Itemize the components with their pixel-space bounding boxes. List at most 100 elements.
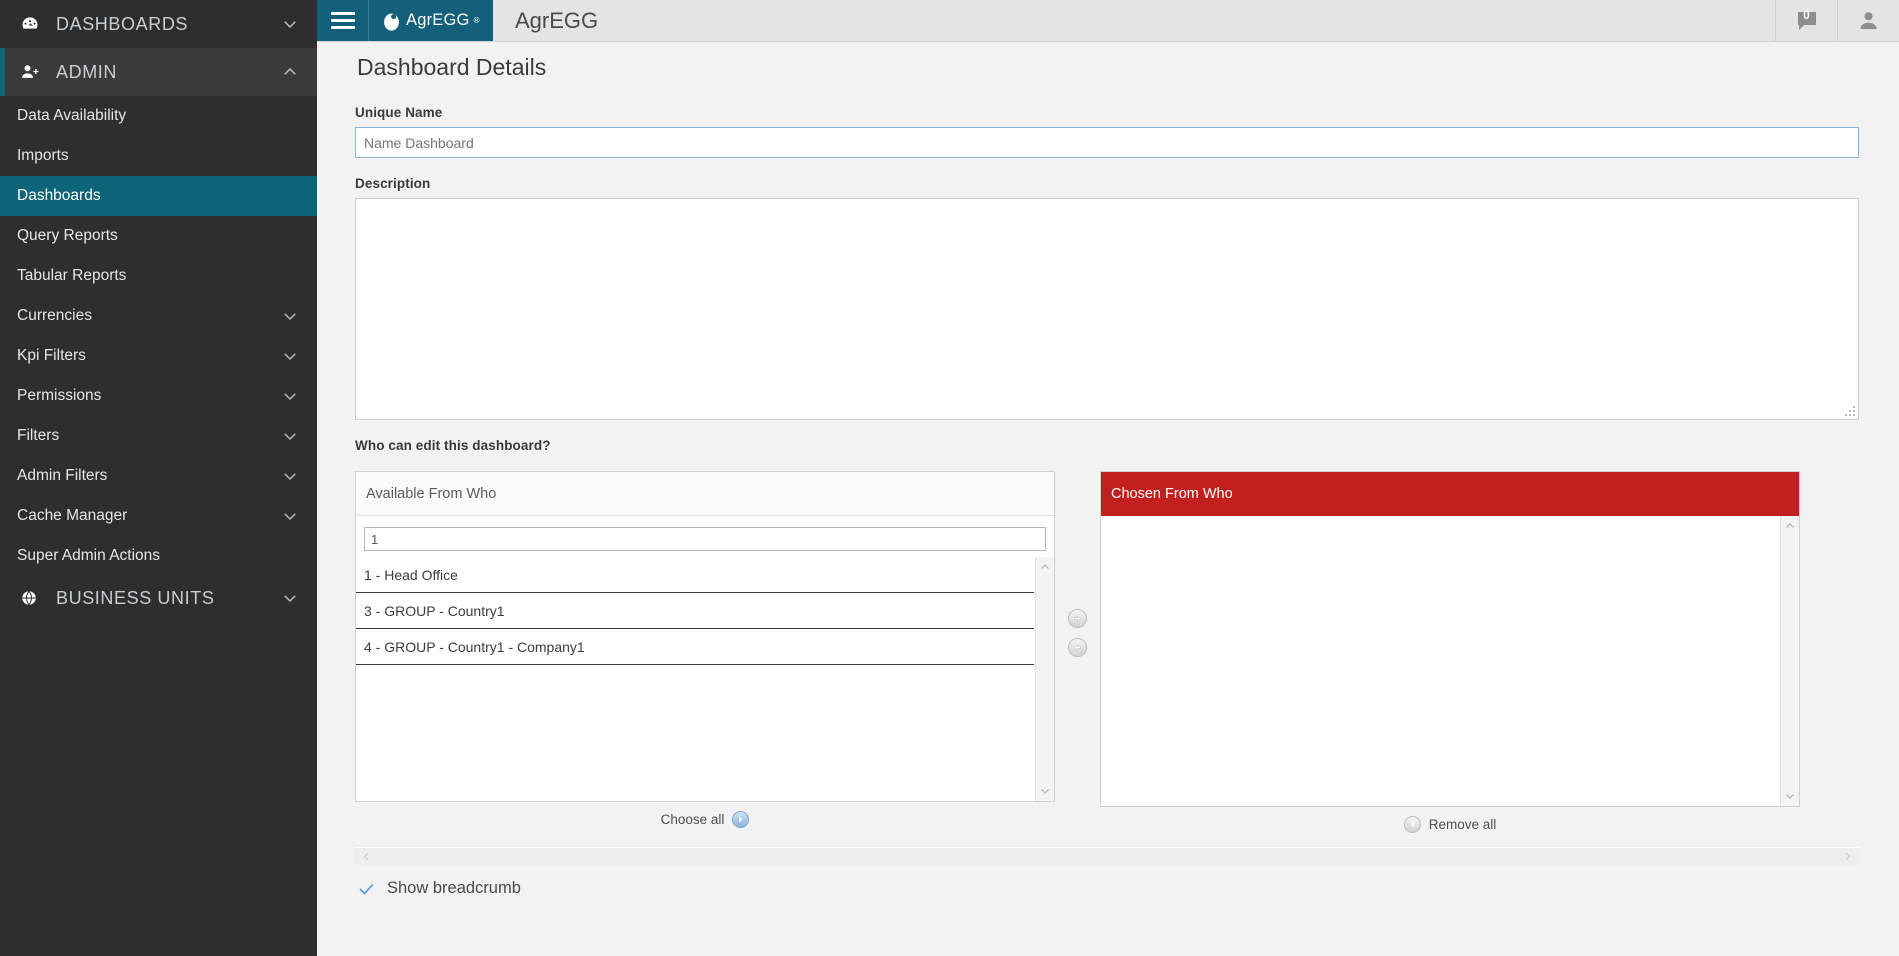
chevron-down-icon — [284, 513, 296, 521]
chevron-down-icon[interactable] — [1039, 785, 1051, 797]
sidebar-item-label: Admin Filters — [17, 467, 108, 484]
move-left-button[interactable] — [1068, 638, 1087, 657]
sidebar-item-label: Super Admin Actions — [17, 547, 161, 564]
choose-all-label: Choose all — [660, 811, 725, 827]
chevron-right-icon[interactable] — [1842, 851, 1853, 862]
edit-permission-question: Who can edit this dashboard? — [355, 438, 551, 453]
dual-list-selector: Available From Who 1 - Head Office 3 - G… — [355, 471, 1859, 841]
sidebar-item-label: Permissions — [17, 387, 102, 404]
arrow-left-circle-icon — [1073, 644, 1081, 651]
show-breadcrumb-checkbox[interactable]: Show breadcrumb — [355, 879, 1859, 898]
chevron-down-icon[interactable] — [1784, 790, 1796, 802]
sidebar-item-kpi-filters[interactable]: Kpi Filters — [0, 336, 317, 376]
chevron-down-icon — [284, 595, 296, 603]
arrow-right-circle-icon — [1074, 615, 1082, 622]
chevron-down-icon — [284, 313, 296, 321]
sidebar-item-label: Query Reports — [17, 227, 118, 244]
available-list-scrollarea: 1 - Head Office 3 - GROUP - Country1 4 -… — [356, 557, 1054, 801]
chosen-panel-header: Chosen From Who — [1101, 472, 1799, 516]
sidebar-group-label: ADMIN — [56, 61, 117, 82]
hamburger-icon[interactable] — [317, 0, 369, 41]
egg-logo-icon — [381, 10, 402, 31]
list-item[interactable]: 1 - Head Office — [356, 557, 1034, 593]
sidebar-group-admin[interactable]: ADMIN — [0, 48, 317, 96]
horizontal-scrollbar[interactable] — [355, 847, 1859, 865]
sidebar-item-label: Kpi Filters — [17, 347, 86, 364]
transfer-buttons — [1055, 471, 1100, 657]
app-root: DASHBOARDS ADMIN Data Availability Impor… — [0, 0, 1899, 956]
resize-grip-icon[interactable] — [1843, 404, 1855, 416]
remove-all-label: Remove all — [1428, 816, 1497, 832]
list-item[interactable]: 3 - GROUP - Country1 — [356, 593, 1034, 629]
sidebar-group-label: BUSINESS UNITS — [56, 587, 215, 608]
available-panel-header: Available From Who — [356, 472, 1054, 516]
move-right-button[interactable] — [1068, 609, 1087, 628]
chevron-left-icon[interactable] — [361, 851, 372, 862]
chevron-down-icon — [284, 473, 296, 481]
sidebar-item-super-admin-actions[interactable]: Super Admin Actions — [0, 536, 317, 576]
chosen-list-scrollbar[interactable] — [1780, 516, 1799, 806]
notifications-button[interactable]: 0 — [1775, 0, 1837, 41]
check-icon — [359, 883, 374, 895]
unique-name-input-wrap — [355, 127, 1859, 158]
sidebar-item-query-reports[interactable]: Query Reports — [0, 216, 317, 256]
sidebar-item-label: Currencies — [17, 307, 92, 324]
brand-logo[interactable]: AgrEGG ® — [369, 0, 493, 41]
user-add-icon — [20, 62, 46, 82]
available-list-scrollbar[interactable] — [1035, 557, 1054, 801]
sidebar-item-label: Dashboards — [17, 187, 101, 204]
sidebar-group-business-units[interactable]: BUSINESS UNITS — [0, 576, 317, 620]
chosen-panel: Chosen From Who Remove all — [1100, 471, 1800, 841]
notification-count: 0 — [1803, 8, 1810, 22]
choose-all-button[interactable]: Choose all — [355, 802, 1055, 836]
page-content: Dashboard Details Unique Name Descriptio… — [317, 42, 1899, 956]
gauge-icon — [20, 14, 46, 34]
sidebar-item-label: Cache Manager — [17, 507, 128, 524]
description-textarea[interactable] — [355, 198, 1859, 420]
sidebar-item-dashboards[interactable]: Dashboards — [0, 176, 317, 216]
sidebar-item-tabular-reports[interactable]: Tabular Reports — [0, 256, 317, 296]
available-list-body: 1 - Head Office 3 - GROUP - Country1 4 -… — [356, 557, 1054, 801]
chevron-down-icon — [284, 353, 296, 361]
unique-name-label: Unique Name — [355, 105, 443, 120]
unique-name-input[interactable] — [355, 127, 1859, 158]
chevron-down-icon — [284, 433, 296, 441]
user-avatar-icon — [1860, 12, 1877, 30]
chosen-list-scrollarea — [1101, 516, 1799, 806]
arrow-left-circle-icon — [1403, 815, 1421, 833]
arrow-right-circle-icon — [732, 810, 750, 828]
sidebar-item-filters[interactable]: Filters — [0, 416, 317, 456]
top-bar-right: 0 — [1775, 0, 1899, 41]
sidebar-item-label: Imports — [17, 147, 69, 164]
sidebar-item-cache-manager[interactable]: Cache Manager — [0, 496, 317, 536]
available-filter-input[interactable] — [364, 527, 1046, 551]
chevron-up-icon — [284, 67, 296, 75]
list-item[interactable]: 4 - GROUP - Country1 - Company1 — [356, 629, 1034, 665]
sidebar-item-label: Data Availability — [17, 107, 127, 124]
description-label: Description — [355, 176, 431, 191]
app-title: AgrEGG — [515, 7, 599, 33]
sidebar-item-imports[interactable]: Imports — [0, 136, 317, 176]
chosen-listbox: Chosen From Who — [1100, 471, 1800, 807]
available-listbox: Available From Who 1 - Head Office 3 - G… — [355, 471, 1055, 802]
sidebar-item-permissions[interactable]: Permissions — [0, 376, 317, 416]
chosen-list-body — [1101, 516, 1799, 806]
sidebar-item-label: Tabular Reports — [17, 267, 127, 284]
globe-icon — [20, 589, 46, 607]
remove-all-button[interactable]: Remove all — [1100, 807, 1800, 841]
brand-superscript: ® — [473, 16, 480, 25]
sidebar-item-label: Filters — [17, 427, 60, 444]
sidebar-group-label: DASHBOARDS — [56, 13, 189, 34]
sidebar-item-admin-filters[interactable]: Admin Filters — [0, 456, 317, 496]
main-region: AgrEGG ® AgrEGG 0 Dashboard Details Uniq… — [317, 0, 1899, 956]
sidebar-group-dashboards[interactable]: DASHBOARDS — [0, 0, 317, 48]
show-breadcrumb-label: Show breadcrumb — [387, 879, 521, 897]
chevron-up-icon[interactable] — [1039, 561, 1051, 573]
available-filter-zone — [356, 516, 1054, 557]
sidebar-item-data-availability[interactable]: Data Availability — [0, 96, 317, 136]
chevron-down-icon — [284, 393, 296, 401]
chevron-up-icon[interactable] — [1784, 520, 1796, 532]
brand-label: AgrEGG — [406, 11, 470, 29]
user-menu-button[interactable] — [1837, 0, 1899, 41]
sidebar-item-currencies[interactable]: Currencies — [0, 296, 317, 336]
